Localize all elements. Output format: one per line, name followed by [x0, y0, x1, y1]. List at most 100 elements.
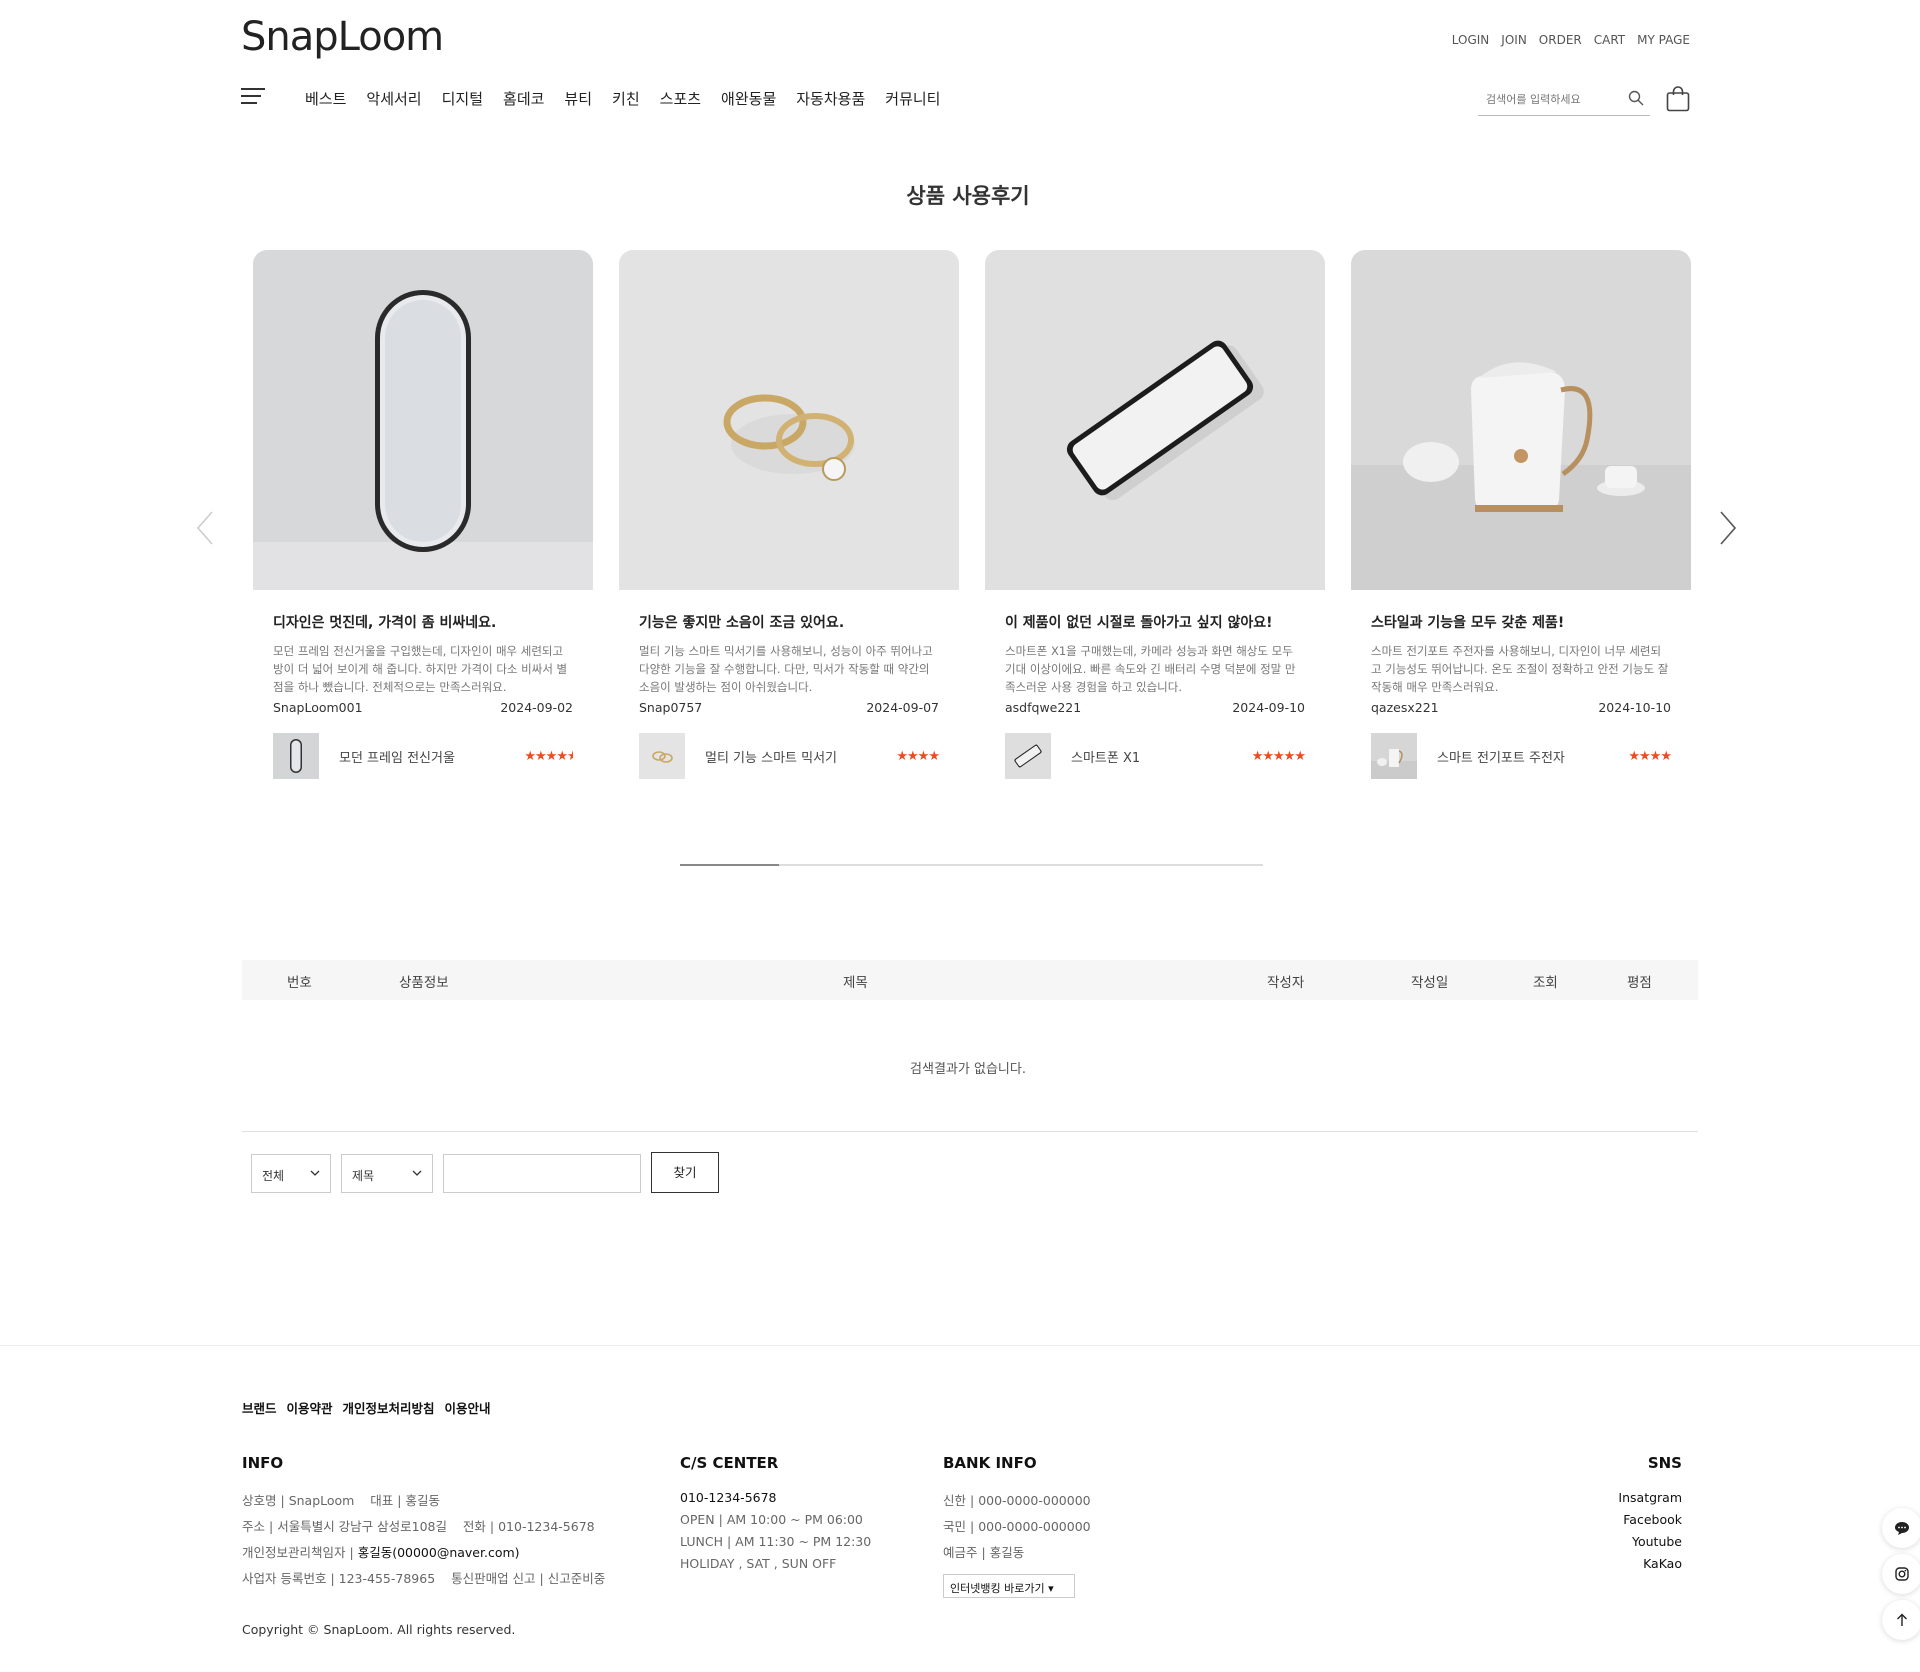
rating-stars: ★★★★★: [1251, 748, 1306, 764]
review-date: 2024-10-10: [1598, 700, 1671, 715]
product-name[interactable]: 모던 프레임 전신거울: [339, 747, 524, 766]
main-nav: 베스트 악세서리 디지털 홈데코 뷰티 키친 스포츠 애완동물 자동차용품 커뮤…: [305, 88, 940, 109]
chat-icon: [1895, 1522, 1909, 1535]
nav-item-homedeco[interactable]: 홈데코: [503, 88, 544, 109]
col-title: 제목: [843, 975, 868, 991]
review-title[interactable]: 디자인은 멋진데, 가격이 좀 비싸네요.: [273, 612, 573, 632]
search-input[interactable]: [1478, 84, 1618, 114]
product-name[interactable]: 멀티 기능 스마트 믹서기: [705, 747, 896, 766]
nav-item-sports[interactable]: 스포츠: [660, 88, 701, 109]
review-image-rings[interactable]: [619, 250, 959, 590]
nav-item-best[interactable]: 베스트: [305, 88, 346, 109]
review-date: 2024-09-07: [866, 700, 939, 715]
rating-stars: ★★★★: [1628, 748, 1672, 764]
footer-link-brand[interactable]: 브랜드: [242, 1398, 277, 1417]
search-box: [1478, 84, 1650, 116]
empty-message: 검색결과가 없습니다.: [910, 1062, 1026, 1077]
review-author: qazesx221: [1371, 700, 1439, 715]
product-name[interactable]: 스마트 전기포트 주전자: [1437, 747, 1628, 766]
rating-stars: ★★★★: [896, 748, 940, 764]
carousel-prev-arrow-icon[interactable]: [194, 508, 218, 548]
mypage-link[interactable]: MY PAGE: [1637, 33, 1690, 47]
login-link[interactable]: LOGIN: [1452, 33, 1490, 47]
footer-link-guide[interactable]: 이용안내: [445, 1398, 491, 1417]
col-views: 조회: [1533, 975, 1558, 991]
menu-icon[interactable]: [241, 88, 265, 108]
review-title[interactable]: 기능은 좋지만 소음이 조금 있어요.: [639, 612, 939, 632]
carousel-progress-fill: [680, 864, 780, 866]
col-product-info: 상품정보: [399, 975, 449, 991]
sns-facebook-link[interactable]: Facebook: [1618, 1512, 1682, 1527]
shopping-bag-icon[interactable]: [1666, 86, 1690, 112]
product-thumb[interactable]: [273, 733, 319, 779]
review-author: Snap0757: [639, 700, 703, 715]
keyword-input[interactable]: [443, 1154, 641, 1193]
carousel-progress[interactable]: [680, 864, 1263, 866]
footer-divider: [0, 1345, 1920, 1346]
search-scope-select[interactable]: 전체: [251, 1154, 331, 1193]
footer-links: 브랜드 이용약관 개인정보처리방침 이용안내: [242, 1398, 491, 1417]
nav-item-beauty[interactable]: 뷰티: [564, 88, 592, 109]
arrow-up-icon: [1897, 1613, 1907, 1626]
sns-youtube-link[interactable]: Youtube: [1618, 1534, 1682, 1549]
review-card[interactable]: 스타일과 기능을 모두 갖춘 제품! 스마트 전기포트 주전자를 사용해보니, …: [1351, 250, 1691, 779]
instagram-icon: [1895, 1567, 1909, 1581]
review-author: asdfqwe221: [1005, 700, 1082, 715]
col-number: 번호: [287, 975, 312, 991]
review-author: SnapLoom001: [273, 700, 363, 715]
nav-item-pets[interactable]: 애완동물: [721, 88, 776, 109]
chevron-down-icon: [412, 1170, 422, 1176]
product-thumb[interactable]: [1005, 733, 1051, 779]
col-rating: 평점: [1627, 975, 1652, 991]
search-button[interactable]: 찾기: [651, 1152, 719, 1193]
review-title[interactable]: 스타일과 기능을 모두 갖춘 제품!: [1371, 612, 1671, 632]
instagram-button[interactable]: [1882, 1554, 1920, 1594]
internet-banking-select[interactable]: 인터넷뱅킹 바로가기 ▾: [943, 1574, 1075, 1598]
col-date: 작성일: [1411, 975, 1449, 991]
sns-kakao-link[interactable]: KaKao: [1618, 1556, 1682, 1571]
nav-item-community[interactable]: 커뮤니티: [885, 88, 940, 109]
join-link[interactable]: JOIN: [1501, 33, 1527, 47]
search-icon[interactable]: [1628, 90, 1644, 106]
carousel-next-arrow-icon[interactable]: [1715, 508, 1739, 548]
review-image-phone[interactable]: [985, 250, 1325, 590]
review-text: 모던 프레임 전신거울을 구입했는데, 디자인이 매우 세련되고 방이 더 넓어…: [273, 644, 568, 694]
nav-item-kitchen[interactable]: 키친: [612, 88, 640, 109]
col-author: 작성자: [1267, 975, 1305, 991]
scroll-top-button[interactable]: [1882, 1600, 1920, 1640]
review-date: 2024-09-10: [1232, 700, 1305, 715]
nav-item-digital[interactable]: 디지털: [442, 88, 483, 109]
review-card[interactable]: 이 제품이 없던 시절로 돌아가고 싶지 않아요! 스마트폰 X1을 구매했는데…: [985, 250, 1325, 779]
footer-sns: SNS Insatgram Facebook Youtube KaKao: [1618, 1454, 1682, 1571]
top-links: LOGIN JOIN ORDER CART MY PAGE: [1452, 33, 1690, 47]
site-logo[interactable]: SnapLoom: [241, 14, 444, 60]
nav-item-car[interactable]: 자동차용품: [796, 88, 865, 109]
review-image-mirror[interactable]: [253, 250, 593, 590]
review-image-kettle[interactable]: [1351, 250, 1691, 590]
footer-info: INFO 상호명 | SnapLoom 대표 | 홍길동 주소 | 서울특별시 …: [242, 1454, 606, 1586]
nav-item-accessory[interactable]: 악세서리: [366, 88, 421, 109]
footer-cs-center: C/S CENTER 010-1234-5678 OPEN | AM 10:00…: [680, 1454, 872, 1571]
review-date: 2024-09-02: [500, 700, 573, 715]
rating-stars: ★★★★★: [524, 748, 573, 764]
cart-link[interactable]: CART: [1594, 33, 1625, 47]
page-title: 상품 사용후기: [906, 184, 1030, 208]
board-table-header: 번호 상품정보 제목 작성자 작성일 조회 평점: [242, 960, 1698, 1000]
review-text: 스마트 전기포트 주전자를 사용해보니, 디자인이 너무 세련되고 기능성도 뛰…: [1371, 644, 1669, 694]
sns-instagram-link[interactable]: Insatgram: [1618, 1490, 1682, 1505]
cs-phone[interactable]: 010-1234-5678: [680, 1490, 777, 1505]
search-field-select[interactable]: 제목: [341, 1154, 433, 1193]
review-text: 멀티 기능 스마트 믹서기를 사용해보니, 성능이 아주 뛰어나고 다양한 기능…: [639, 644, 933, 694]
review-title[interactable]: 이 제품이 없던 시절로 돌아가고 싶지 않아요!: [1005, 612, 1305, 632]
copyright: Copyright © SnapLoom. All rights reserve…: [242, 1622, 516, 1637]
product-thumb[interactable]: [1371, 733, 1417, 779]
footer-bank-info: BANK INFO 신한 | 000-0000-000000 국민 | 000-…: [943, 1454, 1091, 1560]
review-card[interactable]: 디자인은 멋진데, 가격이 좀 비싸네요. 모던 프레임 전신거울을 구입했는데…: [253, 250, 593, 779]
order-link[interactable]: ORDER: [1539, 33, 1582, 47]
product-thumb[interactable]: [639, 733, 685, 779]
review-card[interactable]: 기능은 좋지만 소음이 조금 있어요. 멀티 기능 스마트 믹서기를 사용해보니…: [619, 250, 959, 779]
chat-button[interactable]: [1882, 1508, 1920, 1548]
footer-link-privacy[interactable]: 개인정보처리방침: [343, 1398, 435, 1417]
product-name[interactable]: 스마트폰 X1: [1071, 747, 1252, 766]
footer-link-terms[interactable]: 이용약관: [287, 1398, 333, 1417]
